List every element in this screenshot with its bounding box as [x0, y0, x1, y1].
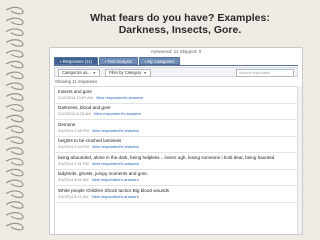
response-row: Demons. 2/4/2014 2:58 PM View respondent'…: [55, 120, 297, 137]
spiral-coil: [5, 114, 24, 123]
spiral-coil: [5, 201, 24, 209]
response-date: 2/4/2014 8:45 AM: [58, 177, 89, 182]
spiral-coil: [5, 125, 24, 134]
slide-title-line-1: What fears do you have? Examples:: [90, 12, 270, 24]
filter-category-dropdown[interactable]: Filter by Category ▼: [105, 69, 151, 77]
answered-skipped-summary: Answered: 11 Skipped: 0: [150, 49, 202, 54]
slide-title-line-2: Darkness, Insects, Gore.: [118, 24, 242, 36]
spiral-coil: [5, 179, 24, 188]
spiral-coil: [5, 147, 24, 155]
spiral-coil: [5, 17, 24, 26]
view-respondent-link[interactable]: View respondent's answers: [92, 144, 139, 149]
view-respondent-link[interactable]: View respondent's answers: [96, 95, 143, 100]
chevron-down-icon: ▼: [92, 71, 97, 75]
spiral-coil: [5, 157, 24, 166]
search-responses-input[interactable]: Search responses: [236, 69, 294, 77]
response-row: heights to be crushed lantiness 2/4/2014…: [55, 137, 297, 153]
tab-my-categories[interactable]: ▪ My Categories: [138, 57, 181, 65]
spiral-coil: [5, 190, 24, 198]
view-respondent-link[interactable]: View respondent's answers: [92, 177, 139, 182]
response-date: 2/19/2014 10:07 AM: [58, 94, 93, 100]
spiral-coil: [5, 82, 24, 90]
spiral-coil: [5, 168, 24, 177]
spiral-coil: [5, 6, 24, 15]
scrollbar[interactable]: [297, 86, 302, 234]
response-date: 2/4/2014 8:21 AM: [58, 193, 89, 199]
response-row: Darkness, blood and gore 2/10/2014 8:25 …: [55, 104, 297, 120]
spiral-coil: [5, 211, 24, 220]
response-date: 2/4/2014 2:58 PM: [58, 127, 89, 133]
spiral-coil: [5, 93, 24, 101]
response-row: White people Children Shock tactics Big …: [55, 186, 297, 203]
categorize-label: Categorize as...: [62, 70, 91, 75]
categorize-dropdown[interactable]: Categorize as... ▼: [58, 69, 101, 77]
spiral-coil: [5, 71, 24, 80]
view-respondent-link[interactable]: View respondent's answers: [92, 194, 139, 199]
response-date: 2/4/2014 2:51 PM: [58, 160, 89, 166]
spiral-coil: [5, 49, 24, 58]
responses-list: Insects and gore 2/19/2014 10:07 AM View …: [54, 86, 298, 234]
view-respondent-link[interactable]: View respondent's answers: [92, 161, 139, 166]
view-respondent-link[interactable]: View respondent's answers: [94, 111, 141, 116]
tab-text-analysis[interactable]: ▪ Text Analysis: [98, 57, 138, 65]
spiral-coil: [5, 28, 24, 36]
responses-tabs: ▪ Responses (11) ▪ Text Analysis ▪ My Ca…: [54, 57, 181, 65]
spiral-coil: [5, 136, 24, 144]
spiral-coil: [5, 222, 24, 231]
slide-title: What fears do you have? Examples: Darkne…: [60, 12, 300, 36]
tab-underline: [54, 65, 298, 66]
view-respondent-link[interactable]: View respondent's answers: [92, 128, 139, 133]
response-row: ladybirds, ghosts, jumpy moments and gor…: [55, 170, 297, 186]
tab-label: Text Analysis: [107, 59, 132, 64]
spiral-coil: [5, 39, 24, 47]
response-row: Insects and gore 2/19/2014 10:07 AM View …: [55, 87, 297, 104]
showing-count: Showing 11 responses: [55, 79, 98, 84]
survey-responses-screenshot: Answered: 11 Skipped: 0 ▪ Responses (11)…: [49, 47, 303, 235]
response-date: 2/4/2014 2:54 PM: [58, 144, 89, 149]
response-row: being abounded, alone in the dark, being…: [55, 153, 297, 170]
filter-label: Filter by Category: [109, 70, 142, 75]
spiral-binding: [5, 6, 24, 231]
response-text: being abounded, alone in the dark, being…: [58, 154, 275, 160]
tab-label: Responses (11): [62, 59, 92, 64]
tab-responses[interactable]: ▪ Responses (11): [54, 57, 98, 65]
spiral-coil: [5, 60, 24, 69]
tab-label: My Categories: [147, 59, 175, 64]
spiral-coil: [5, 103, 24, 112]
chevron-down-icon: ▼: [143, 71, 147, 75]
response-date: 2/10/2014 8:25 AM: [58, 111, 91, 116]
responses-toolbar: Categorize as... ▼ Filter by Category ▼ Se…: [54, 67, 298, 77]
